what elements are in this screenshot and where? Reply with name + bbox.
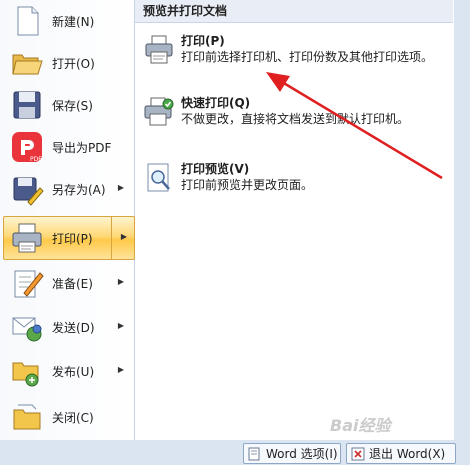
menu-label-export-pdf: 导出为PDF: [52, 140, 112, 155]
office-menu-panel: 新建(N) 打开(O) 保存(S) PDF 导出为PDF 另存为(A) ▶ 打印…: [0, 0, 470, 440]
submenu-title-print: 打印(P): [181, 34, 225, 48]
word-options-button[interactable]: Word 选项(I): [243, 443, 341, 464]
exit-word-label: 退出 Word(X): [369, 447, 446, 461]
menu-label-open: 打开(O): [52, 56, 95, 71]
pdf-icon: PDF: [10, 130, 44, 164]
menu-label-prepare: 准备(E): [52, 276, 93, 291]
save-disk-icon: [10, 88, 44, 122]
menu-item-print[interactable]: 打印(P) ▶: [3, 216, 135, 260]
exit-word-button[interactable]: 退出 Word(X): [346, 443, 456, 464]
right-edge-strip: [454, 0, 470, 440]
menu-label-save-as: 另存为(A): [52, 182, 106, 197]
menu-item-publish[interactable]: 发布(U) ▶: [4, 350, 132, 392]
menu-item-close[interactable]: 关闭(C): [4, 396, 132, 438]
menu-item-export-pdf[interactable]: PDF 导出为PDF: [4, 126, 132, 168]
office-menu-bottom-bar: Word 选项(I) 退出 Word(X): [0, 440, 470, 465]
save-as-icon: [10, 172, 44, 206]
submenu-title-print-preview: 打印预览(V): [181, 162, 250, 176]
office-menu-left-column: 新建(N) 打开(O) 保存(S) PDF 导出为PDF 另存为(A) ▶ 打印…: [0, 0, 135, 440]
quick-print-icon: [143, 96, 175, 128]
menu-label-close: 关闭(C): [52, 410, 94, 425]
print-submenu-panel: 预览并打印文档 打印(P) 打印前选择打印机、打印份数及其他打印选项。 快速打印…: [135, 0, 453, 440]
submenu-item-print-preview[interactable]: 打印预览(V) 打印前预览并更改页面。: [143, 160, 443, 200]
printer-icon: [10, 221, 44, 255]
submenu-desc-quick-print: 不做更改，直接将文档发送到默认打印机。: [181, 112, 410, 126]
submenu-arrow-icon: ▶: [117, 365, 124, 374]
submenu-header: 预览并打印文档: [135, 0, 453, 23]
menu-item-open[interactable]: 打开(O): [4, 42, 132, 84]
menu-label-publish: 发布(U): [52, 364, 95, 379]
menu-label-new: 新建(N): [52, 14, 95, 29]
close-folder-icon: [10, 400, 44, 434]
menu-label-print: 打印(P): [52, 231, 93, 246]
submenu-arrow-icon: ▶: [117, 277, 124, 286]
pdf-badge-text: PDF: [30, 156, 42, 163]
prepare-icon: [10, 266, 44, 300]
menu-label-save: 保存(S): [52, 98, 93, 113]
submenu-item-print[interactable]: 打印(P) 打印前选择打印机、打印份数及其他打印选项。: [143, 32, 443, 88]
publish-icon: [10, 354, 44, 388]
word-options-icon: [248, 447, 262, 461]
submenu-arrow-icon: ▶: [117, 183, 124, 192]
new-document-icon: [10, 4, 44, 38]
menu-item-send[interactable]: 发送(D) ▶: [4, 306, 132, 348]
print-preview-icon: [143, 162, 175, 194]
submenu-title-quick-print: 快速打印(Q): [181, 96, 251, 110]
menu-item-new[interactable]: 新建(N): [4, 0, 132, 42]
menu-label-send: 发送(D): [52, 320, 95, 335]
submenu-desc-print-preview: 打印前预览并更改页面。: [181, 178, 314, 192]
open-folder-icon: [10, 46, 44, 80]
menu-item-save[interactable]: 保存(S): [4, 84, 132, 126]
menu-item-prepare[interactable]: 准备(E) ▶: [4, 262, 132, 304]
submenu-arrow-icon: ▶: [117, 321, 124, 330]
printer-icon: [143, 34, 175, 66]
submenu-desc-print: 打印前选择打印机、打印份数及其他打印选项。: [181, 50, 434, 64]
submenu-item-quick-print[interactable]: 快速打印(Q) 不做更改，直接将文档发送到默认打印机。: [143, 94, 443, 134]
watermark: Bai经验: [330, 416, 391, 435]
menu-item-save-as[interactable]: 另存为(A) ▶: [4, 168, 132, 210]
word-options-label: Word 选项(I): [266, 447, 338, 461]
exit-icon: [351, 447, 365, 461]
send-icon: [10, 310, 44, 344]
submenu-arrow-icon: ▶: [120, 232, 127, 241]
